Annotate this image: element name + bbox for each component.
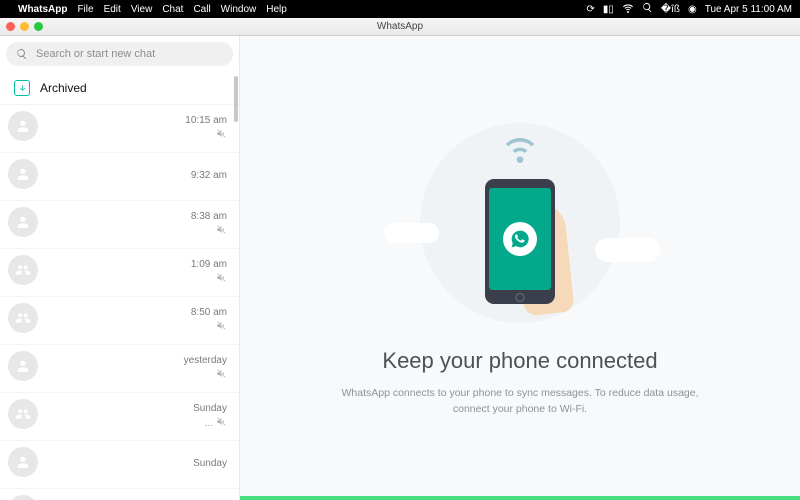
search-input[interactable]: Search or start new chat: [6, 42, 233, 66]
chat-timestamp: Sunday: [193, 403, 227, 414]
window-zoom-button[interactable]: [34, 22, 43, 31]
welcome-description: WhatsApp connects to your phone to sync …: [330, 386, 710, 418]
battery-icon[interactable]: ▮▯: [603, 4, 614, 15]
avatar: [8, 495, 38, 500]
chat-subline: ...: [205, 416, 227, 430]
avatar: [8, 303, 38, 333]
avatar: [8, 351, 38, 381]
avatar: [8, 447, 38, 477]
sidebar: Search or start new chat Archived 10:15 …: [0, 36, 240, 500]
muted-icon: [216, 368, 227, 382]
chat-timestamp: 1:09 am: [191, 259, 227, 270]
chat-list-item[interactable]: Saturday: [0, 489, 239, 500]
menubar-status: ⟳ ▮▯ �îß ◉ Tue Apr 5 11:00 AM: [586, 2, 792, 17]
chat-list-item[interactable]: 1:09 am: [0, 249, 239, 297]
chat-list-item[interactable]: yesterday: [0, 345, 239, 393]
window-close-button[interactable]: [6, 22, 15, 31]
menu-view[interactable]: View: [131, 4, 153, 15]
chat-list-item[interactable]: 8:38 am: [0, 201, 239, 249]
muted-icon: [216, 224, 227, 238]
chat-subline: [216, 224, 227, 238]
muted-icon: [216, 272, 227, 286]
archived-label: Archived: [40, 81, 87, 95]
chat-subline: [216, 128, 227, 142]
avatar: [8, 399, 38, 429]
chat-subline: [216, 368, 227, 382]
whatsapp-logo-icon: [503, 222, 537, 256]
avatar: [8, 255, 38, 285]
chat-timestamp: 9:32 am: [191, 170, 227, 181]
chat-subline: [216, 272, 227, 286]
menu-window[interactable]: Window: [221, 4, 257, 15]
chat-list-item[interactable]: 9:32 am: [0, 153, 239, 201]
muted-icon: [216, 320, 227, 334]
sidebar-scrollbar[interactable]: [234, 76, 238, 122]
menu-call[interactable]: Call: [193, 4, 210, 15]
chat-list-item[interactable]: 10:15 am: [0, 105, 239, 153]
welcome-pane: Keep your phone connected WhatsApp conne…: [240, 36, 800, 500]
macos-menubar: WhatsApp File Edit View Chat Call Window…: [0, 0, 800, 18]
chat-list-item[interactable]: Sunday: [0, 441, 239, 489]
wifi-icon[interactable]: [622, 2, 634, 17]
chat-timestamp: yesterday: [184, 355, 227, 366]
window-traffic-lights: [6, 22, 43, 31]
menubar-clock[interactable]: Tue Apr 5 11:00 AM: [705, 4, 792, 15]
status-icon[interactable]: ⟳: [586, 4, 594, 15]
avatar: [8, 111, 38, 141]
search-placeholder: Search or start new chat: [36, 48, 155, 60]
muted-icon: [216, 416, 227, 430]
app-menu[interactable]: WhatsApp: [18, 4, 67, 15]
chat-subline: [216, 320, 227, 334]
window-title: WhatsApp: [0, 21, 800, 32]
welcome-illustration: [390, 118, 650, 328]
chat-list[interactable]: 10:15 am 9:32 am 8:38 am 1:09 am 8:50 am yest…: [0, 105, 239, 500]
welcome-headline: Keep your phone connected: [382, 348, 657, 374]
chat-timestamp: Sunday: [193, 458, 227, 469]
menu-edit[interactable]: Edit: [104, 4, 121, 15]
chat-timestamp: 8:38 am: [191, 211, 227, 222]
avatar: [8, 159, 38, 189]
chat-list-item[interactable]: Sunday...: [0, 393, 239, 441]
siri-icon[interactable]: ◉: [688, 4, 697, 15]
window-titlebar: WhatsApp: [0, 18, 800, 36]
window-minimize-button[interactable]: [20, 22, 29, 31]
chat-timestamp: 8:50 am: [191, 307, 227, 318]
search-icon[interactable]: [642, 2, 653, 16]
menu-help[interactable]: Help: [266, 4, 287, 15]
archive-icon: [14, 80, 30, 96]
muted-icon: [216, 128, 227, 142]
menu-file[interactable]: File: [77, 4, 93, 15]
archived-row[interactable]: Archived: [0, 72, 239, 105]
avatar: [8, 207, 38, 237]
menu-chat[interactable]: Chat: [162, 4, 183, 15]
control-center-icon[interactable]: �îß: [661, 4, 680, 15]
chat-list-item[interactable]: 8:50 am: [0, 297, 239, 345]
wifi-illustration-icon: [490, 123, 550, 168]
chat-timestamp: 10:15 am: [185, 115, 227, 126]
welcome-accent-bar: [240, 496, 800, 500]
search-icon: [16, 48, 28, 60]
phone-illustration: [485, 179, 555, 304]
